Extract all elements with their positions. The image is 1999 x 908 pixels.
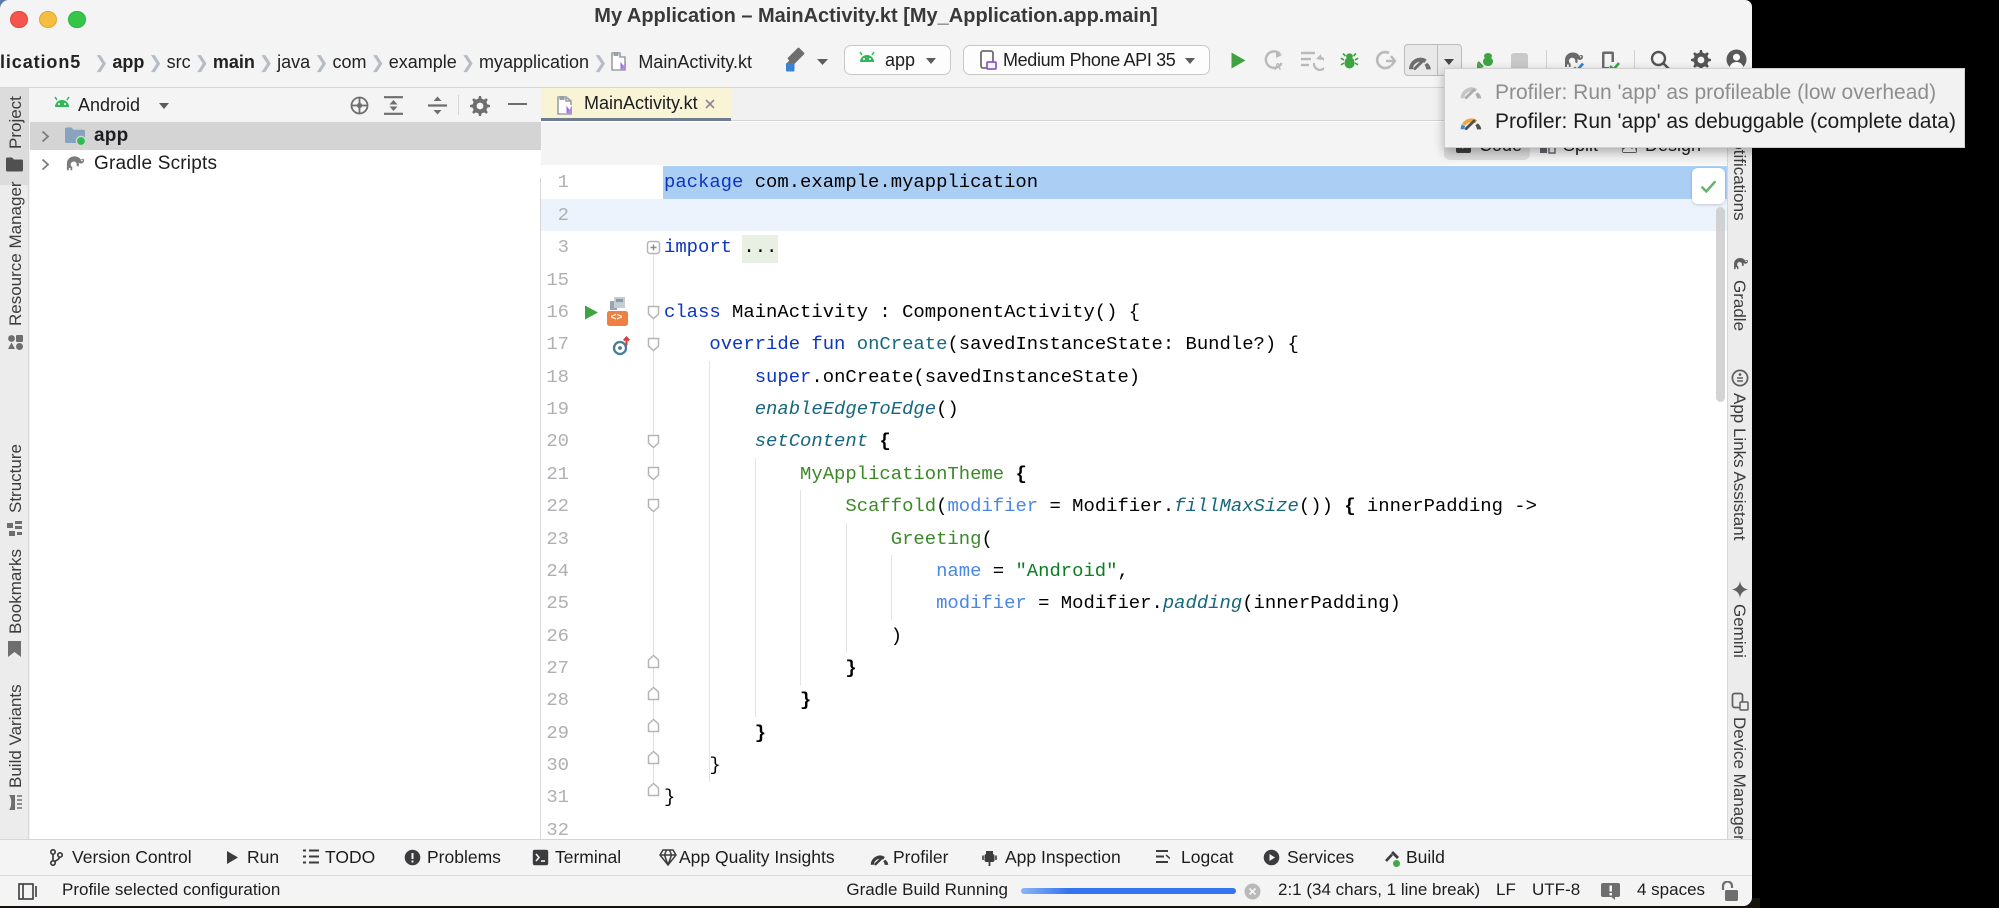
svg-text:A: A <box>1274 62 1281 71</box>
